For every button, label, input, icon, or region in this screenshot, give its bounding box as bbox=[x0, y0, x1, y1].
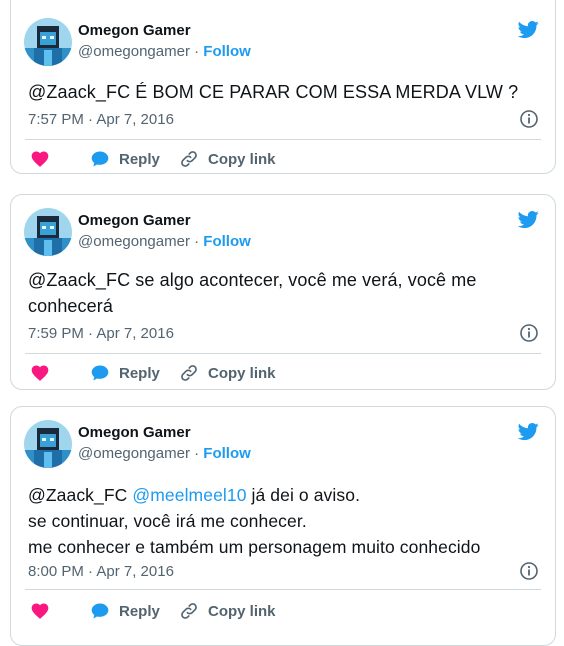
copy-link-label: Copy link bbox=[208, 364, 276, 382]
reply-button[interactable]: Reply bbox=[90, 361, 160, 385]
author-handle[interactable]: @omegongamer bbox=[78, 43, 190, 60]
action-bar: Reply Copy link bbox=[25, 147, 541, 171]
heart-icon bbox=[30, 363, 50, 383]
action-bar: Reply Copy link bbox=[25, 599, 541, 623]
mention-link[interactable]: @Zaack_FC bbox=[28, 82, 130, 102]
speech-bubble-icon bbox=[90, 149, 110, 169]
separator-dot: · bbox=[194, 445, 200, 462]
reply-label: Reply bbox=[119, 602, 160, 620]
author-handle-row: @omegongamer · Follow bbox=[78, 445, 251, 462]
reply-label: Reply bbox=[119, 364, 160, 382]
copy-link-button[interactable]: Copy link bbox=[179, 361, 276, 385]
avatar[interactable] bbox=[24, 18, 72, 66]
separator-dot: · bbox=[194, 233, 200, 250]
action-bar: Reply Copy link bbox=[25, 361, 541, 385]
twitter-bird-icon[interactable] bbox=[516, 19, 541, 40]
tweet-card[interactable]: Omegon Gamer @omegongamer · Follow @Zaac… bbox=[10, 0, 556, 174]
author-handle-row: @omegongamer · Follow bbox=[78, 233, 251, 250]
info-icon[interactable] bbox=[519, 561, 539, 581]
copy-link-button[interactable]: Copy link bbox=[179, 147, 276, 171]
divider bbox=[25, 589, 541, 590]
copy-link-button[interactable]: Copy link bbox=[179, 599, 276, 623]
author-name[interactable]: Omegon Gamer bbox=[78, 212, 191, 229]
twitter-bird-icon[interactable] bbox=[516, 421, 541, 442]
author-handle[interactable]: @omegongamer bbox=[78, 445, 190, 462]
speech-bubble-icon bbox=[90, 601, 110, 621]
link-icon bbox=[179, 363, 199, 383]
copy-link-label: Copy link bbox=[208, 150, 276, 168]
avatar[interactable] bbox=[24, 208, 72, 256]
author-handle-row: @omegongamer · Follow bbox=[78, 43, 251, 60]
author-name[interactable]: Omegon Gamer bbox=[78, 22, 191, 39]
link-icon bbox=[179, 601, 199, 621]
tweet-card[interactable]: Omegon Gamer @omegongamer · Follow @Zaac… bbox=[10, 194, 556, 390]
reply-button[interactable]: Reply bbox=[90, 599, 160, 623]
speech-bubble-icon bbox=[90, 363, 110, 383]
mention-link-blue[interactable]: @meelmeel10 bbox=[132, 485, 246, 505]
reply-label: Reply bbox=[119, 150, 160, 168]
tweet-text: @Zaack_FC É BOM CE PARAR COM ESSA MERDA … bbox=[28, 79, 541, 105]
tweet-body: É BOM CE PARAR COM ESSA MERDA VLW ? bbox=[130, 82, 519, 102]
divider bbox=[25, 139, 541, 140]
tweet-card[interactable]: Omegon Gamer @omegongamer · Follow @Zaac… bbox=[10, 406, 556, 646]
author-name[interactable]: Omegon Gamer bbox=[78, 424, 191, 441]
avatar[interactable] bbox=[24, 420, 72, 468]
mention-link[interactable]: @Zaack_FC bbox=[28, 270, 130, 290]
like-button[interactable] bbox=[30, 361, 50, 385]
follow-link[interactable]: Follow bbox=[203, 43, 251, 60]
heart-icon bbox=[30, 149, 50, 169]
like-button[interactable] bbox=[30, 599, 50, 623]
info-icon[interactable] bbox=[519, 323, 539, 343]
reply-button[interactable]: Reply bbox=[90, 147, 160, 171]
mention-link[interactable]: @Zaack_FC bbox=[28, 485, 127, 505]
follow-link[interactable]: Follow bbox=[203, 445, 251, 462]
tweet-text: @Zaack_FC se algo acontecer, você me ver… bbox=[28, 267, 541, 319]
separator-dot: · bbox=[194, 43, 200, 60]
copy-link-label: Copy link bbox=[208, 602, 276, 620]
link-icon bbox=[179, 149, 199, 169]
author-handle[interactable]: @omegongamer bbox=[78, 233, 190, 250]
follow-link[interactable]: Follow bbox=[203, 233, 251, 250]
tweet-timestamp[interactable]: 7:59 PM · Apr 7, 2016 bbox=[28, 325, 174, 342]
tweet-timestamp[interactable]: 7:57 PM · Apr 7, 2016 bbox=[28, 111, 174, 128]
tweet-timestamp[interactable]: 8:00 PM · Apr 7, 2016 bbox=[28, 563, 174, 580]
like-button[interactable] bbox=[30, 147, 50, 171]
tweet-text: @Zaack_FC @meelmeel10 já dei o aviso. se… bbox=[28, 482, 541, 560]
info-icon[interactable] bbox=[519, 109, 539, 129]
twitter-bird-icon[interactable] bbox=[516, 209, 541, 230]
divider bbox=[25, 353, 541, 354]
heart-icon bbox=[30, 601, 50, 621]
